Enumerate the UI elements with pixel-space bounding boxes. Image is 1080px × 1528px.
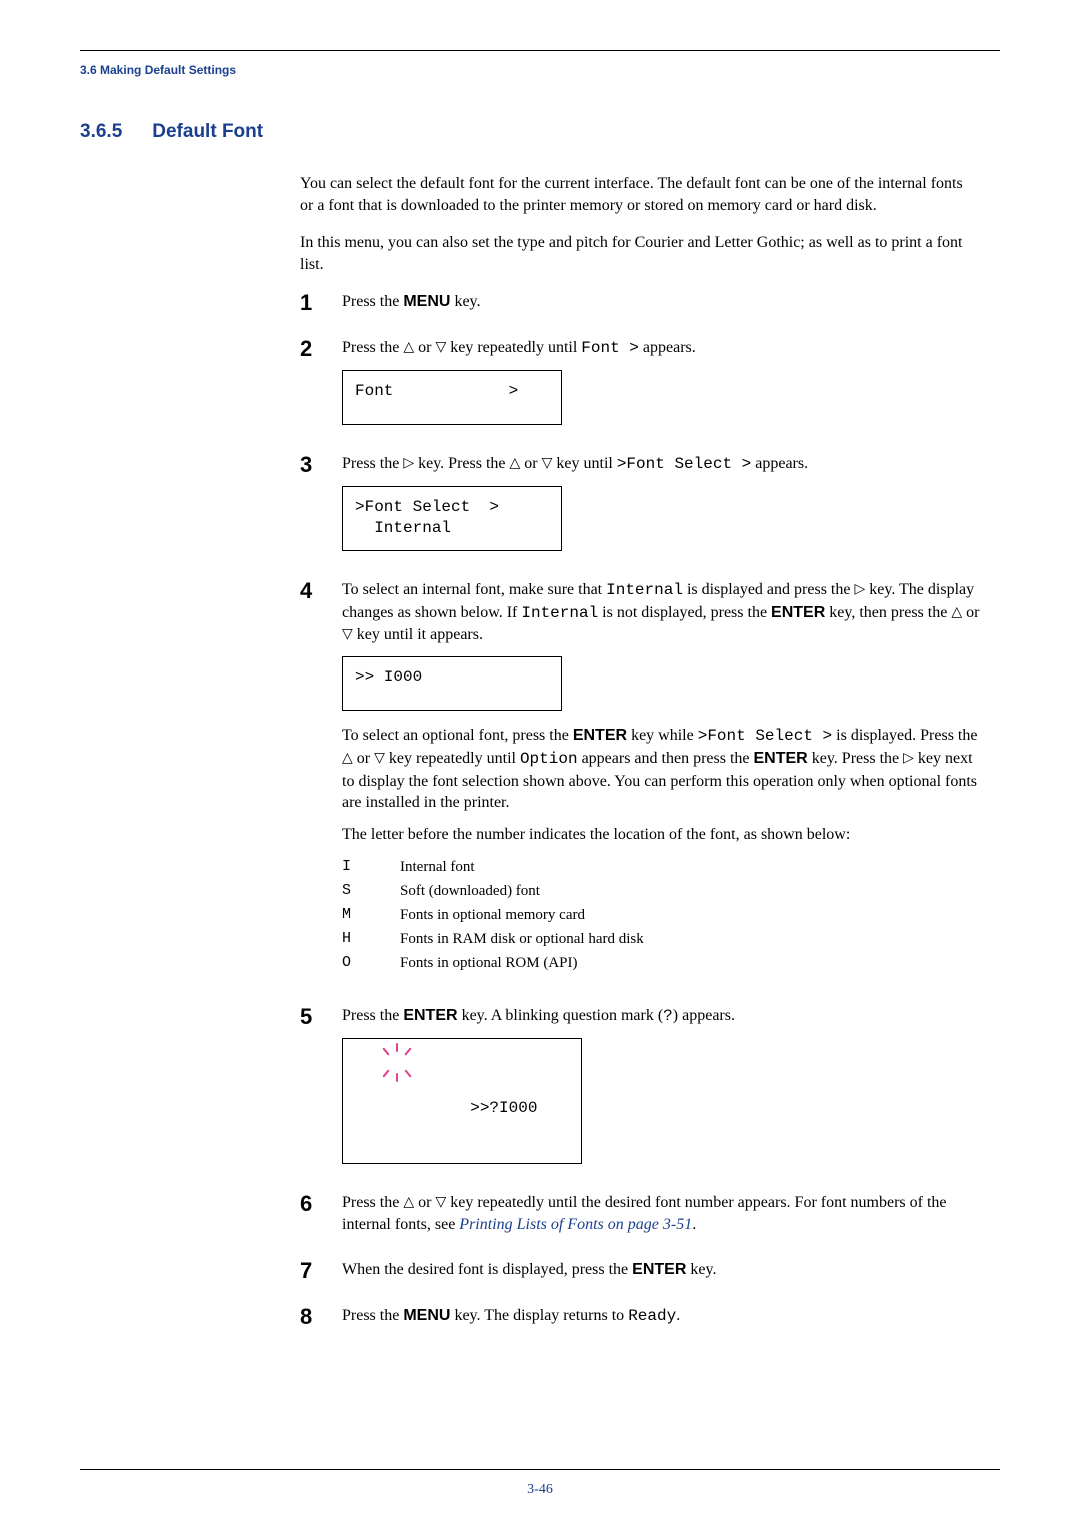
lcd-display-i000: >> I000 [342,656,562,712]
down-arrow-icon: ▽ [342,624,353,643]
enter-key-label: ENTER [403,1007,457,1024]
lcd-display-blinking: >>?I000 [342,1038,582,1164]
step-7: 7 When the desired font is displayed, pr… [300,1259,980,1291]
up-arrow-icon: △ [403,337,414,356]
right-arrow-icon: ▷ [403,453,414,472]
question-mark: ? [663,1007,673,1025]
step-number: 3 [300,453,342,565]
step-3: 3 Press the ▷ key. Press the △ or ▽ key … [300,453,980,565]
down-arrow-icon: ▽ [435,337,446,356]
code-ready: Ready [628,1307,676,1325]
step-7-text: When the desired font is displayed, pres… [342,1259,980,1281]
lcd-display-font-select: >Font Select > Internal [342,486,562,551]
step-number: 4 [300,579,342,991]
blink-icon [381,1045,415,1083]
intro-paragraph-1: You can select the default font for the … [300,173,980,216]
down-arrow-icon: ▽ [435,1192,446,1211]
section-heading: 3.6.5 Default Font [80,121,1000,143]
enter-key-label: ENTER [573,727,627,744]
step-6: 6 Press the △ or ▽ key repeatedly until … [300,1192,980,1245]
step-4-text-1: To select an internal font, make sure th… [342,579,980,646]
step-5-text: Press the ENTER key. A blinking question… [342,1005,980,1028]
step-3-text: Press the ▷ key. Press the △ or ▽ key un… [342,453,980,476]
running-head: 3.6 Making Default Settings [80,63,1000,77]
step-8: 8 Press the MENU key. The display return… [300,1305,980,1338]
step-5: 5 Press the ENTER key. A blinking questi… [300,1005,980,1178]
up-arrow-icon: △ [342,748,353,767]
step-1-text: Press the MENU key. [342,291,980,313]
step-number: 2 [300,337,342,439]
step-number: 1 [300,291,342,323]
link-printing-lists[interactable]: Printing Lists of Fonts on page 3-51 [459,1216,692,1233]
step-number: 8 [300,1305,342,1338]
font-location-table: IInternal font SSoft (downloaded) font M… [342,855,980,975]
code-internal: Internal [521,604,598,622]
down-arrow-icon: ▽ [374,748,385,767]
step-2-text: Press the △ or ▽ key repeatedly until Fo… [342,337,980,360]
step-6-text: Press the △ or ▽ key repeatedly until th… [342,1192,980,1235]
section-title: Default Font [152,121,263,142]
up-arrow-icon: △ [403,1192,414,1211]
step-number: 5 [300,1005,342,1178]
top-rule [80,50,1000,51]
step-number: 7 [300,1259,342,1291]
bottom-rule [80,1469,1000,1470]
menu-key-label: MENU [403,293,450,310]
section-number: 3.6.5 [80,121,122,143]
menu-key-label: MENU [403,1307,450,1324]
step-4-text-3: The letter before the number indicates t… [342,824,980,846]
code-font-select: >Font Select > [617,455,751,473]
step-number: 6 [300,1192,342,1245]
right-arrow-icon: ▷ [903,748,914,767]
up-arrow-icon: △ [510,453,521,472]
enter-key-label: ENTER [771,604,825,621]
step-8-text: Press the MENU key. The display returns … [342,1305,980,1328]
step-2: 2 Press the △ or ▽ key repeatedly until … [300,337,980,439]
code-font-select: >Font Select > [698,727,832,745]
lcd-display-font: Font > [342,370,562,426]
page-number: 3-46 [0,1482,1080,1498]
enter-key-label: ENTER [632,1261,686,1278]
enter-key-label: ENTER [754,750,808,767]
code-option: Option [520,750,578,768]
table-row: IInternal font [342,855,980,879]
code-font: Font > [581,339,639,357]
down-arrow-icon: ▽ [542,453,553,472]
table-row: OFonts in optional ROM (API) [342,951,980,975]
up-arrow-icon: △ [951,602,962,621]
table-row: HFonts in RAM disk or optional hard disk [342,927,980,951]
step-4: 4 To select an internal font, make sure … [300,579,980,991]
table-row: MFonts in optional memory card [342,903,980,927]
table-row: SSoft (downloaded) font [342,879,980,903]
code-internal: Internal [606,581,683,599]
intro-paragraph-2: In this menu, you can also set the type … [300,232,980,275]
step-4-text-2: To select an optional font, press the EN… [342,725,980,813]
step-1: 1 Press the MENU key. [300,291,980,323]
right-arrow-icon: ▷ [854,579,865,598]
